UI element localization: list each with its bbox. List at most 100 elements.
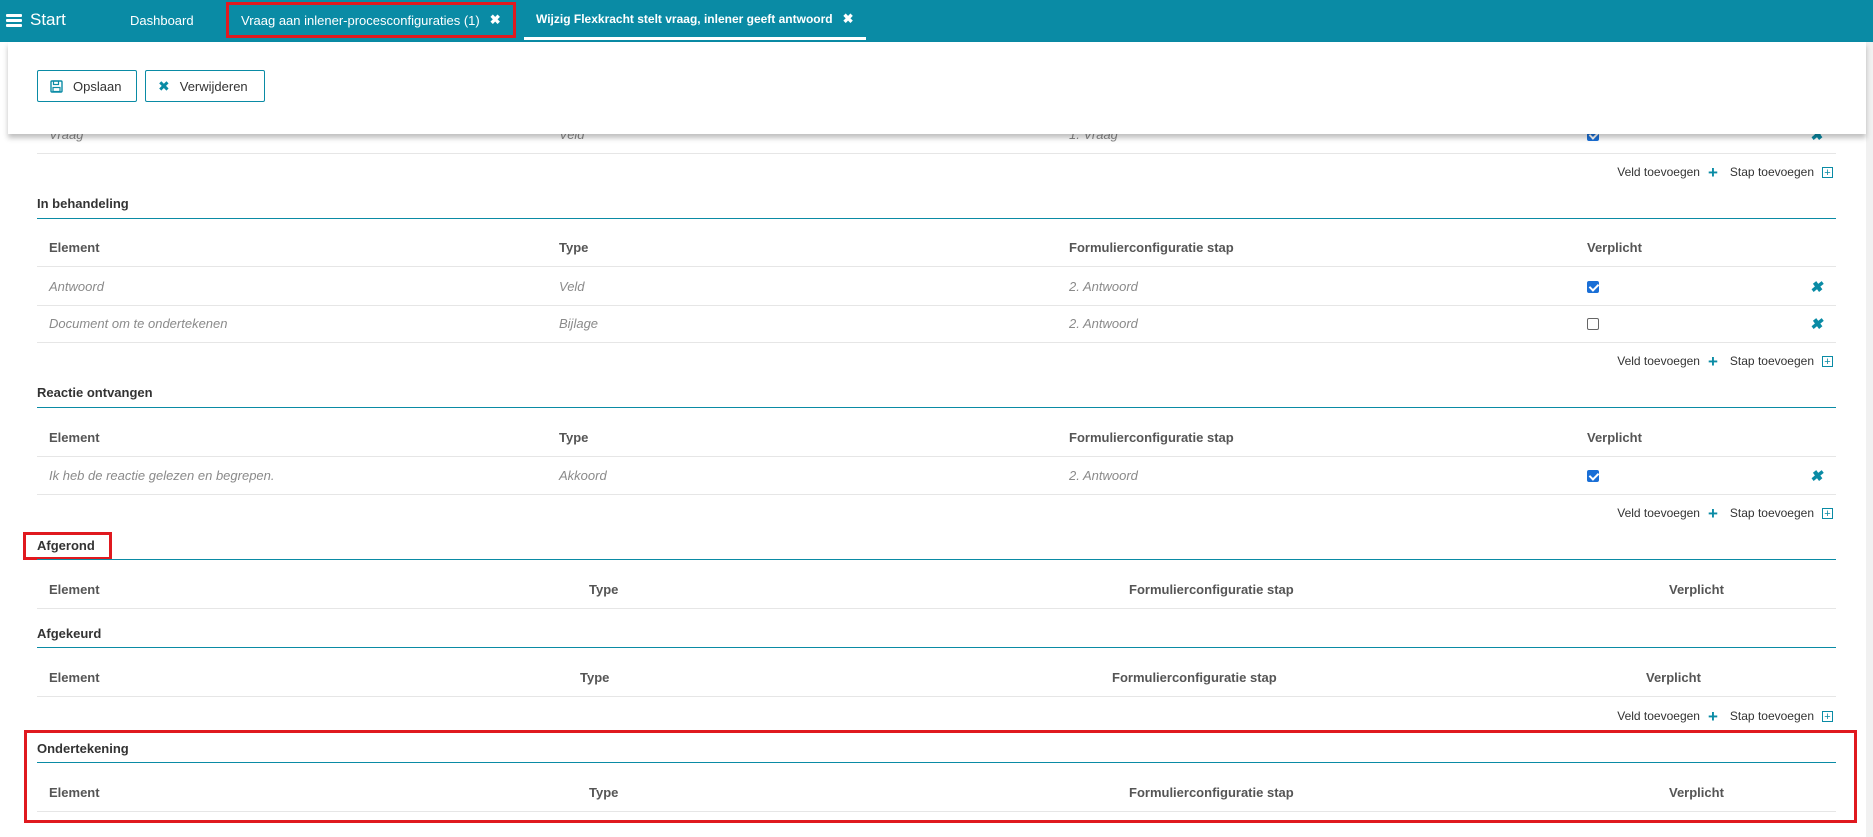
required-checkbox[interactable] xyxy=(1587,305,1599,342)
tab-label: Wijzig Flexkracht stelt vraag, inlener g… xyxy=(536,11,833,26)
add-step-button[interactable]: Stap toevoegen + xyxy=(1730,165,1833,179)
save-label: Opslaan xyxy=(73,78,122,94)
add-field-button[interactable]: Veld toevoegen + xyxy=(1617,505,1718,522)
add-step-button[interactable]: Stap toevoegen + xyxy=(1730,709,1833,723)
row-actions: Veld toevoegen + Stap toevoegen + xyxy=(1605,162,1833,182)
plus-icon: + xyxy=(1707,503,1718,523)
plus-box-icon: + xyxy=(1822,710,1833,722)
add-field-button[interactable]: Veld toevoegen + xyxy=(1617,353,1718,370)
section-divider xyxy=(37,559,1836,560)
type-cell: Bijlage xyxy=(559,316,599,331)
section-divider xyxy=(37,407,1836,408)
header-required: Verplicht xyxy=(1669,582,1724,597)
step-cell: 2. Antwoord xyxy=(1069,468,1138,483)
header-type: Type xyxy=(580,670,610,685)
section-divider xyxy=(37,647,1836,648)
tab-label: Vraag aan inlener-procesconfiguraties (1… xyxy=(241,12,480,28)
plus-box-icon: + xyxy=(1822,507,1833,519)
header-step: Formulierconfiguratie stap xyxy=(1129,785,1294,800)
tab-label: Dashboard xyxy=(130,12,194,28)
add-field-label: Veld toevoegen xyxy=(1617,354,1700,368)
section-title-reactie-ontvangen: Reactie ontvangen xyxy=(37,385,153,400)
add-step-label: Stap toevoegen xyxy=(1729,165,1814,179)
header-element: Element xyxy=(49,670,100,685)
element-cell: Antwoord xyxy=(49,279,104,294)
plus-icon: + xyxy=(1707,706,1718,726)
add-step-button[interactable]: Stap toevoegen + xyxy=(1730,354,1833,368)
header-required: Verplicht xyxy=(1669,785,1724,800)
add-field-label: Veld toevoegen xyxy=(1617,709,1700,723)
scrollbar[interactable] xyxy=(1866,42,1873,837)
header-step: Formulierconfiguratie stap xyxy=(1069,240,1234,255)
add-step-label: Stap toevoegen xyxy=(1729,709,1814,723)
section-divider xyxy=(37,762,1836,763)
tab-dashboard[interactable]: Dashboard xyxy=(118,0,206,40)
add-field-button[interactable]: Veld toevoegen + xyxy=(1617,164,1718,181)
plus-icon: + xyxy=(1707,162,1718,182)
plus-box-icon: + xyxy=(1822,355,1833,367)
type-cell: Veld xyxy=(559,279,585,294)
close-tab-icon[interactable]: ✖ xyxy=(490,12,501,28)
plus-box-icon: + xyxy=(1822,166,1833,178)
table-header: Element Type Formulierconfiguratie stap … xyxy=(37,229,1836,267)
section-divider xyxy=(37,218,1836,219)
header-required: Verplicht xyxy=(1587,430,1642,445)
table-header: Element Type Formulierconfiguratie stap … xyxy=(37,571,1836,609)
add-step-label: Stap toevoegen xyxy=(1729,354,1814,368)
header-element: Element xyxy=(49,582,100,597)
row-actions: Veld toevoegen + Stap toevoegen + xyxy=(1605,706,1833,726)
section-title-in-behandeling: In behandeling xyxy=(37,196,129,211)
start-label: Start xyxy=(30,10,66,29)
element-cell: Ik heb de reactie gelezen en begrepen. xyxy=(49,468,275,483)
header-type: Type xyxy=(559,430,589,445)
add-field-button[interactable]: Veld toevoegen + xyxy=(1617,708,1718,725)
table-row: Document om te ondertekenen Bijlage 2. A… xyxy=(37,305,1836,343)
table-row: Ik heb de reactie gelezen en begrepen. A… xyxy=(37,457,1836,495)
top-navigation-bar: Start Dashboard Vraag aan inlener-proces… xyxy=(0,0,1873,42)
floppy-disk-icon xyxy=(50,79,63,93)
delete-button[interactable]: ✖ Verwijderen xyxy=(145,70,265,102)
header-type: Type xyxy=(589,582,619,597)
header-step: Formulierconfiguratie stap xyxy=(1069,430,1234,445)
table-header: Element Type Formulierconfiguratie stap … xyxy=(37,419,1836,457)
section-title-ondertekening: Ondertekening xyxy=(37,741,129,756)
element-cell: Document om te ondertekenen xyxy=(49,316,228,331)
section-title-afgekeurd: Afgekeurd xyxy=(37,626,102,641)
row-actions: Veld toevoegen + Stap toevoegen + xyxy=(1605,351,1833,371)
header-element: Element xyxy=(49,240,100,255)
menu-button[interactable]: Start xyxy=(6,9,66,31)
delete-row-icon[interactable]: ✖ xyxy=(1810,457,1823,494)
add-field-label: Veld toevoegen xyxy=(1617,165,1700,179)
step-cell: 2. Antwoord xyxy=(1069,316,1138,331)
header-type: Type xyxy=(559,240,589,255)
table-header: Element Type Formulierconfiguratie stap … xyxy=(37,774,1836,812)
add-step-button[interactable]: Stap toevoegen + xyxy=(1730,506,1833,520)
required-checkbox[interactable] xyxy=(1587,457,1599,494)
hamburger-menu-icon xyxy=(6,13,22,27)
save-button[interactable]: Opslaan xyxy=(37,70,137,102)
type-cell: Akkoord xyxy=(559,468,607,483)
delete-row-icon[interactable]: ✖ xyxy=(1810,268,1823,305)
add-field-label: Veld toevoegen xyxy=(1617,506,1700,520)
step-cell: 2. Antwoord xyxy=(1069,279,1138,294)
required-checkbox[interactable] xyxy=(1587,268,1599,305)
tab-wijzig-flexkracht[interactable]: Wijzig Flexkracht stelt vraag, inlener g… xyxy=(524,0,866,40)
delete-row-icon[interactable]: ✖ xyxy=(1810,305,1823,342)
header-required: Verplicht xyxy=(1646,670,1701,685)
header-type: Type xyxy=(589,785,619,800)
header-element: Element xyxy=(49,785,100,800)
header-element: Element xyxy=(49,430,100,445)
toolbar: Opslaan ✖ Verwijderen xyxy=(8,42,1866,134)
add-step-label: Stap toevoegen xyxy=(1729,506,1814,520)
row-actions: Veld toevoegen + Stap toevoegen + xyxy=(1605,503,1833,523)
header-required: Verplicht xyxy=(1587,240,1642,255)
header-step: Formulierconfiguratie stap xyxy=(1112,670,1277,685)
close-tab-icon[interactable]: ✖ xyxy=(843,11,854,27)
plus-icon: + xyxy=(1707,351,1718,371)
close-icon: ✖ xyxy=(158,77,170,94)
table-row: Antwoord Veld 2. Antwoord ✖ xyxy=(37,268,1836,306)
table-header: Element Type Formulierconfiguratie stap … xyxy=(37,659,1836,697)
header-step: Formulierconfiguratie stap xyxy=(1129,582,1294,597)
delete-label: Verwijderen xyxy=(179,78,248,94)
tab-vraag-aan-inlener[interactable]: Vraag aan inlener-procesconfiguraties (1… xyxy=(226,2,516,38)
